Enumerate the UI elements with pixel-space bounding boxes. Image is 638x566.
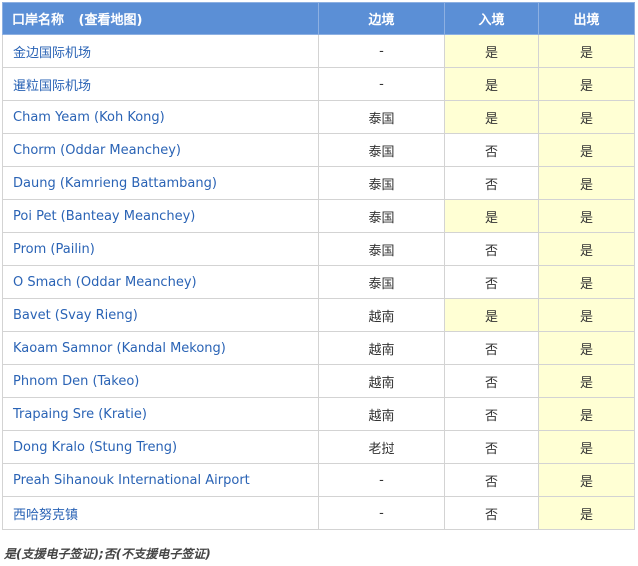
port-name-link[interactable]: Trapaing Sre (Kratie) [2,397,319,431]
entry-cell: 否 [444,166,539,200]
table-row: Daung (Kamrieng Battambang) 泰国否是 [2,166,635,200]
exit-cell: 是 [538,67,635,101]
header-exit: 出境 [538,2,635,35]
port-name-link[interactable]: Daung (Kamrieng Battambang) [2,166,319,200]
port-name-link[interactable]: Phnom Den (Takeo) [2,364,319,398]
table-row: Kaoam Samnor (Kandal Mekong) 越南否是 [2,331,635,365]
border-cell: 泰国 [318,166,445,200]
border-cell: 越南 [318,298,445,332]
header-name-label: 口岸名称 [12,13,65,28]
port-name-link[interactable]: Chorm (Oddar Meanchey) [2,133,319,167]
border-cell: 泰国 [318,199,445,233]
table-row: Prom (Pailin) 泰国否是 [2,232,635,266]
exit-cell: 是 [538,364,635,398]
exit-cell: 是 [538,133,635,167]
table-header-row: 口岸名称 (查看地图) 边境 入境 出境 [2,2,635,35]
header-name: 口岸名称 (查看地图) [2,2,319,35]
table-row: Trapaing Sre (Kratie) 越南否是 [2,397,635,431]
exit-cell: 是 [538,298,635,332]
exit-cell: 是 [538,34,635,68]
port-name-link[interactable]: Poi Pet (Banteay Meanchey) [2,199,319,233]
exit-cell: 是 [538,397,635,431]
table-row: 暹粒国际机场 - 是是 [2,67,635,101]
table-row: Preah Sihanouk International Airport - 否是 [2,463,635,497]
entry-cell: 否 [444,496,539,530]
port-name-link[interactable]: 西哈努克镇 [2,496,319,530]
view-map-link[interactable]: (查看地图) [79,13,143,28]
table-row: O Smach (Oddar Meanchey) 泰国否是 [2,265,635,299]
table-row: Cham Yeam (Koh Kong) 泰国是是 [2,100,635,134]
border-crossings-table: 口岸名称 (查看地图) 边境 入境 出境 金边国际机场 - 是是暹粒国际机场 - 是是 C… [2,2,635,530]
entry-cell: 否 [444,430,539,464]
table-row: Dong Kralo (Stung Treng) 老挝否是 [2,430,635,464]
exit-cell: 是 [538,331,635,365]
exit-cell: 是 [538,100,635,134]
entry-cell: 是 [444,67,539,101]
border-cell: 越南 [318,364,445,398]
border-cell: 越南 [318,397,445,431]
border-cell: 泰国 [318,232,445,266]
table-row: Phnom Den (Takeo) 越南否是 [2,364,635,398]
port-name-link[interactable]: Cham Yeam (Koh Kong) [2,100,319,134]
border-cell: - [318,463,445,497]
border-cell: - [318,34,445,68]
entry-cell: 否 [444,463,539,497]
table-row: Poi Pet (Banteay Meanchey) 泰国是是 [2,199,635,233]
port-name-link[interactable]: 暹粒国际机场 [2,67,319,101]
border-cell: - [318,496,445,530]
exit-cell: 是 [538,232,635,266]
border-cell: 泰国 [318,100,445,134]
exit-cell: 是 [538,199,635,233]
table-row: 金边国际机场 - 是是 [2,34,635,68]
port-name-link[interactable]: Kaoam Samnor (Kandal Mekong) [2,331,319,365]
entry-cell: 是 [444,199,539,233]
header-border: 边境 [318,2,445,35]
entry-cell: 否 [444,364,539,398]
exit-cell: 是 [538,463,635,497]
port-name-link[interactable]: Prom (Pailin) [2,232,319,266]
entry-cell: 否 [444,232,539,266]
port-name-link[interactable]: Dong Kralo (Stung Treng) [2,430,319,464]
port-name-link[interactable]: Preah Sihanouk International Airport [2,463,319,497]
exit-cell: 是 [538,496,635,530]
entry-cell: 否 [444,331,539,365]
border-cell: 老挝 [318,430,445,464]
border-cell: 泰国 [318,133,445,167]
port-name-link[interactable]: Bavet (Svay Rieng) [2,298,319,332]
page: 口岸名称 (查看地图) 边境 入境 出境 金边国际机场 - 是是暹粒国际机场 - 是是 C… [0,0,638,566]
entry-cell: 是 [444,298,539,332]
footnote: 是(支援电子签证);否(不支援电子签证) [4,547,211,561]
entry-cell: 是 [444,100,539,134]
entry-cell: 否 [444,133,539,167]
port-name-link[interactable]: 金边国际机场 [2,34,319,68]
header-entry: 入境 [444,2,539,35]
port-name-link[interactable]: O Smach (Oddar Meanchey) [2,265,319,299]
border-cell: - [318,67,445,101]
exit-cell: 是 [538,265,635,299]
entry-cell: 否 [444,265,539,299]
table-row: Bavet (Svay Rieng) 越南是是 [2,298,635,332]
entry-cell: 是 [444,34,539,68]
table-row: 西哈努克镇 - 否是 [2,496,635,530]
entry-cell: 否 [444,397,539,431]
exit-cell: 是 [538,430,635,464]
border-cell: 泰国 [318,265,445,299]
exit-cell: 是 [538,166,635,200]
border-cell: 越南 [318,331,445,365]
table-row: Chorm (Oddar Meanchey) 泰国否是 [2,133,635,167]
